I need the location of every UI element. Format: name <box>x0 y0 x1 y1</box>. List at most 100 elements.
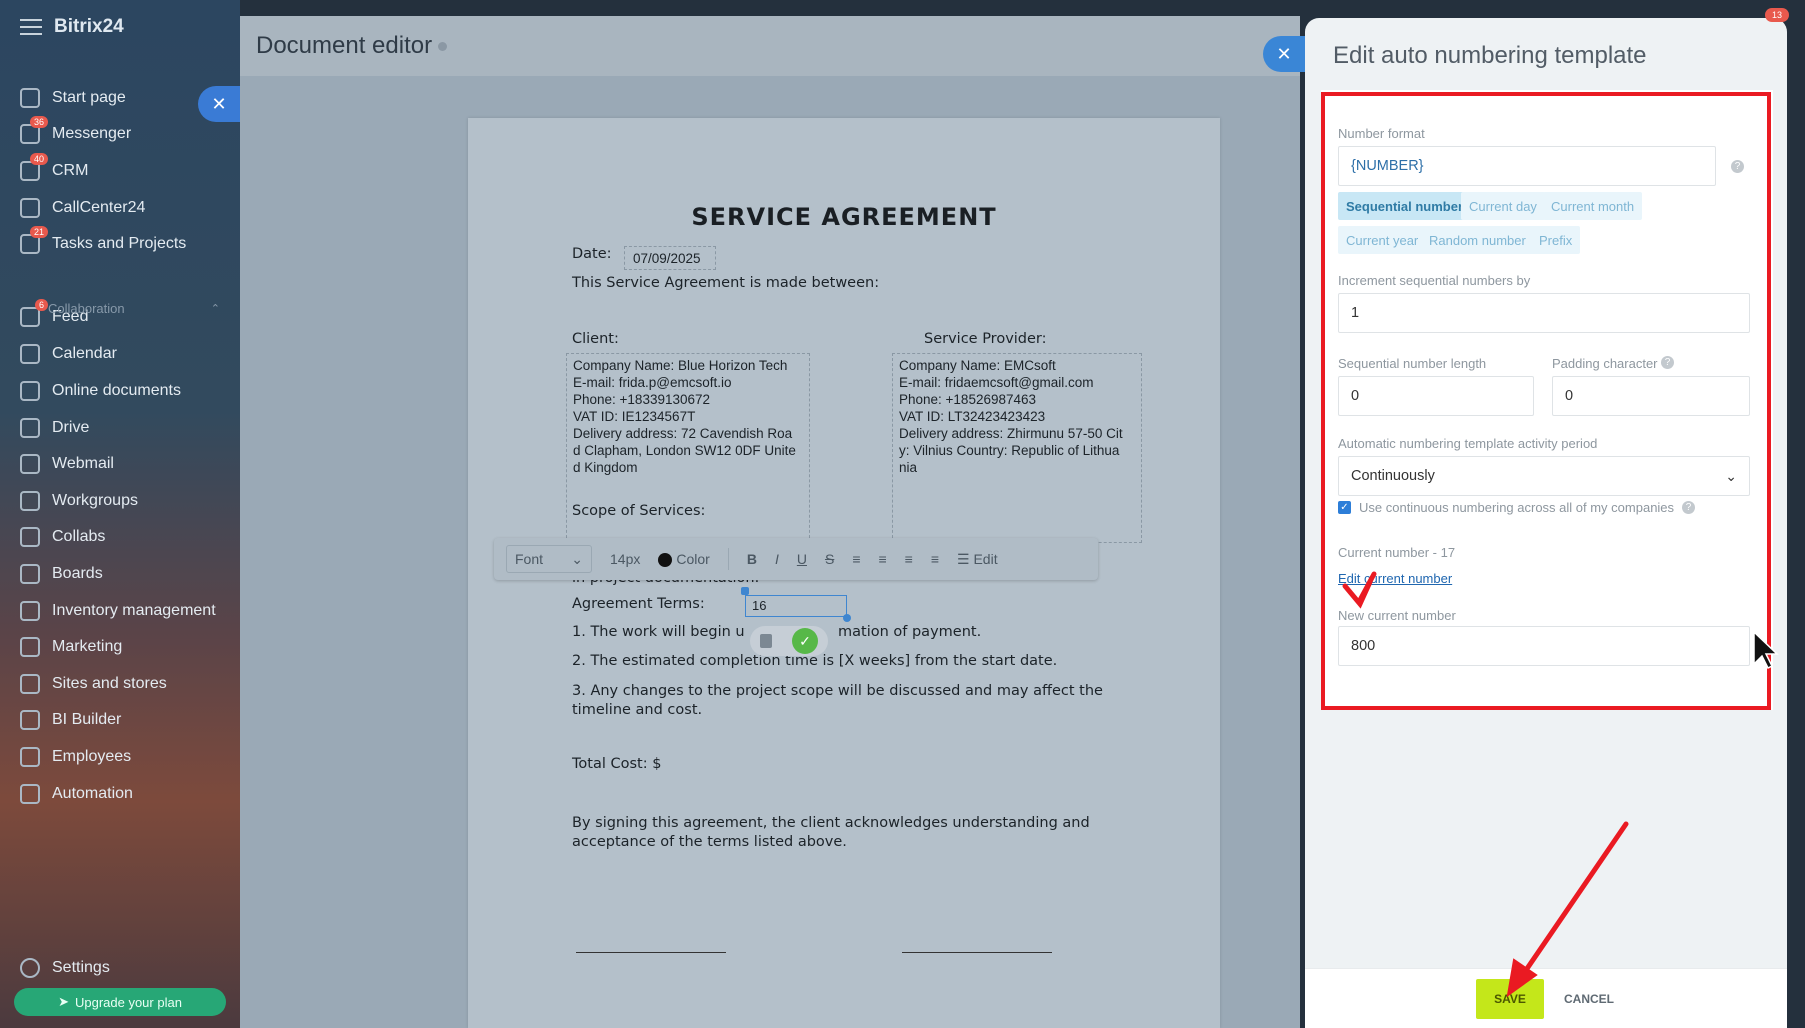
strikethrough-button[interactable]: S <box>825 551 834 567</box>
provider-label: Service Provider: <box>924 331 1047 347</box>
help-icon[interactable]: ? <box>1682 501 1696 514</box>
terms-number-field[interactable]: 16 <box>741 587 851 622</box>
number-format-input[interactable]: {NUMBER} <box>1338 146 1716 186</box>
sidebar-item-label: Start page <box>52 89 126 106</box>
document-icon <box>20 381 40 401</box>
tasks-icon: 21 <box>20 226 48 254</box>
sidebar-item-inventory-management[interactable]: Inventory management <box>20 601 220 621</box>
sidebar-item-online-documents[interactable]: Online documents <box>20 381 220 401</box>
confirm-check-icon[interactable]: ✓ <box>792 628 818 654</box>
sidebar-item-label: Employees <box>52 748 132 765</box>
editor-header: Document editor <box>240 16 1300 76</box>
sidebar-item-callcenter24[interactable]: CallCenter24 <box>20 198 220 218</box>
scope-label: Scope of Services: <box>572 503 706 519</box>
sidebar-item-settings[interactable]: Settings <box>20 958 220 978</box>
cart-icon <box>20 674 40 694</box>
sidebar-item-workgroups[interactable]: Workgroups <box>20 491 220 511</box>
editor-title-text: Document editor <box>256 32 433 59</box>
italic-button[interactable]: I <box>775 551 779 567</box>
crm-icon: 40 <box>20 153 48 181</box>
toolbar-divider <box>727 548 729 570</box>
sidebar-item-marketing[interactable]: Marketing <box>20 637 220 657</box>
continuous-numbering-row[interactable]: ✓ Use continuous numbering across all of… <box>1338 500 1696 515</box>
font-select[interactable]: Font ⌄ <box>506 545 592 573</box>
intro-text: This Service Agreement is made between: <box>572 275 880 291</box>
sidebar-item-webmail[interactable]: Webmail <box>20 454 220 474</box>
sidebar-item-label: Settings <box>52 959 110 976</box>
sequential-length-input[interactable]: 0 <box>1338 376 1534 416</box>
gear-icon <box>20 958 40 978</box>
resize-handle-icon[interactable] <box>843 614 851 622</box>
align-center-icon[interactable]: ≡ <box>878 551 886 567</box>
counter-badge: 36 <box>29 116 48 128</box>
chevron-up-icon[interactable]: ⌃ <box>211 302 220 315</box>
provider-line: Company Name: EMCsoft <box>899 358 1056 373</box>
chip-current-day[interactable]: Current day <box>1461 192 1545 220</box>
close-slider-button[interactable]: ✕ <box>198 86 240 122</box>
panel-footer: SAVE CANCEL <box>1305 968 1787 1028</box>
edit-current-number-link[interactable]: Edit current number <box>1338 571 1452 586</box>
cancel-button[interactable]: CANCEL <box>1555 979 1623 1019</box>
app-logo[interactable]: Bitrix24 <box>20 16 124 38</box>
terms-label: Agreement Terms: <box>572 596 705 612</box>
sidebar-item-boards[interactable]: Boards <box>20 564 220 584</box>
provider-line: VAT ID: LT32423423423 <box>899 409 1046 424</box>
new-current-number-input[interactable]: 800 <box>1338 626 1750 666</box>
sidebar-item-label: Boards <box>52 565 103 582</box>
provider-info-block[interactable]: Company Name: EMCsoft E-mail: fridaemcso… <box>892 353 1142 543</box>
continuous-numbering-checkbox[interactable]: ✓ <box>1338 501 1351 514</box>
sidebar-item-crm[interactable]: 40 CRM <box>20 153 220 181</box>
chip-random-number[interactable]: Random number <box>1421 226 1534 254</box>
sidebar-group-collaboration[interactable]: Collaboration ⌃ <box>20 300 220 316</box>
sidebar-item-tasks-and-projects[interactable]: 21 Tasks and Projects <box>20 226 220 254</box>
menu-icon[interactable] <box>20 19 42 35</box>
close-icon: ✕ <box>211 93 227 114</box>
align-justify-icon[interactable]: ≡ <box>931 551 939 567</box>
info-dot-icon[interactable] <box>438 42 448 52</box>
document-heading: SERVICE AGREEMENT <box>691 203 997 231</box>
increment-label: Increment sequential numbers by <box>1338 273 1531 288</box>
sidebar-item-sites-and-stores[interactable]: Sites and stores <box>20 674 220 694</box>
help-icon[interactable]: ? <box>1661 356 1674 369</box>
provider-line: Phone: +18526987463 <box>899 392 1037 407</box>
close-editor-button[interactable]: ✕ <box>1263 36 1305 72</box>
sidebar-item-bi-builder[interactable]: BI Builder <box>20 710 220 730</box>
increment-input[interactable]: 1 <box>1338 293 1750 333</box>
color-picker[interactable]: Color <box>658 551 710 568</box>
sidebar-item-start-page[interactable]: Start page <box>20 88 220 108</box>
font-size-select[interactable]: 14px <box>610 551 640 567</box>
chip-current-year[interactable]: Current year <box>1338 226 1427 254</box>
date-field[interactable]: 07/09/2025 <box>624 246 716 270</box>
collaboration-icon <box>20 300 36 316</box>
activity-period-select[interactable]: Continuously ⌄ <box>1338 456 1750 496</box>
term-1-start: 1. The work will begin u <box>572 624 745 640</box>
current-number-text: Current number - 17 <box>1338 545 1456 560</box>
align-left-icon[interactable]: ≡ <box>852 551 860 567</box>
chip-prefix[interactable]: Prefix <box>1531 226 1581 254</box>
activity-period-label: Automatic numbering template activity pe… <box>1338 436 1598 451</box>
help-icon[interactable]: ? <box>1731 160 1744 173</box>
edit-button[interactable]: ☰ Edit <box>957 551 998 568</box>
padding-character-input[interactable]: 0 <box>1552 376 1750 416</box>
date-label: Date: <box>572 246 612 262</box>
close-icon: ✕ <box>1276 43 1292 64</box>
sidebar-item-collabs[interactable]: Collabs <box>20 527 220 547</box>
notification-badge[interactable]: 13 <box>1765 8 1789 22</box>
sidebar-item-messenger[interactable]: 36 Messenger <box>20 116 220 144</box>
counter-badge: 40 <box>29 153 48 165</box>
save-button[interactable]: SAVE <box>1476 979 1544 1019</box>
sidebar-item-calendar[interactable]: Calendar <box>20 344 220 364</box>
bold-button[interactable]: B <box>747 551 757 567</box>
upgrade-plan-button[interactable]: ➤ Upgrade your plan <box>14 988 226 1016</box>
align-right-icon[interactable]: ≡ <box>905 551 913 567</box>
chip-current-month[interactable]: Current month <box>1543 192 1643 220</box>
chip-sequential-numbers[interactable]: Sequential numbers <box>1338 192 1479 220</box>
trash-icon[interactable] <box>760 634 772 648</box>
sidebar-item-drive[interactable]: Drive <box>20 418 220 438</box>
sidebar-item-automation[interactable]: Automation <box>20 784 220 804</box>
resize-handle-icon[interactable] <box>741 587 749 595</box>
filter-icon: ☰ <box>957 550 970 567</box>
sidebar-item-employees[interactable]: Employees <box>20 747 220 767</box>
number-format-label: Number format <box>1338 126 1425 141</box>
underline-button[interactable]: U <box>797 551 807 567</box>
